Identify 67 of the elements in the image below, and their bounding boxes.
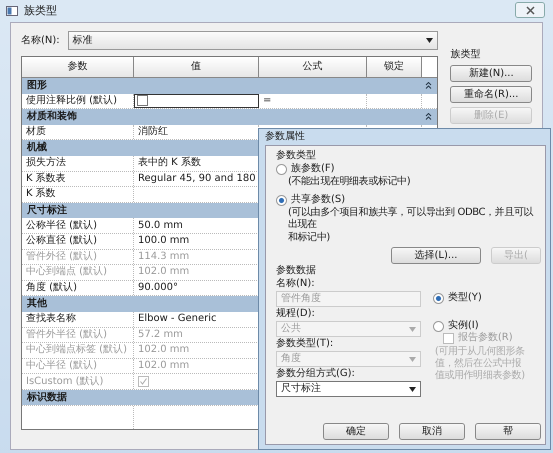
dialog-button[interactable]: 确定: [323, 423, 389, 440]
name-dropdown[interactable]: 标准: [68, 31, 438, 50]
collapse-icon[interactable]: [425, 82, 432, 90]
caret-icon: [408, 386, 416, 392]
group-label: 机械: [27, 142, 47, 154]
group-label: 其他: [27, 298, 47, 310]
parameter-name: 查找表名称: [22, 312, 134, 326]
parameter-name: 公称半径 (默认): [22, 218, 134, 233]
parameter-name: 中心到端点 (默认): [22, 265, 134, 280]
radio-label: 实例(I): [448, 320, 479, 332]
column-header[interactable]: 锁定: [367, 57, 422, 77]
column-header[interactable]: 公式: [259, 57, 367, 77]
family-type-button[interactable]: 重命名(R)...: [450, 86, 532, 103]
parameter-name: 管件外径 (默认): [22, 250, 134, 264]
close-button[interactable]: [515, 2, 545, 18]
parameter-name: 使用注释比例 (默认): [22, 94, 134, 108]
dialog-button[interactable]: 帮: [475, 423, 541, 440]
radio-button[interactable]: [276, 194, 287, 206]
option-note: (可用于从几何图形条: [434, 346, 526, 358]
dialog-button[interactable]: 选择(L)...: [391, 247, 481, 264]
caret-icon: [408, 326, 416, 332]
dropdown-field[interactable]: 尺寸标注: [276, 381, 421, 397]
caret-icon: [426, 38, 434, 43]
parameter-name: 材质: [22, 124, 134, 140]
option-note: 值或用作明细表参数): [434, 370, 526, 382]
field-label: 参数分组方式(G):: [276, 368, 356, 380]
parameter-name: 中心半径 (默认): [22, 358, 134, 374]
close-icon: [526, 6, 534, 14]
checkbox-label: 报告参数(R): [458, 332, 513, 344]
column-header[interactable]: 参数: [22, 57, 134, 77]
radio-label: 类型(Y): [448, 292, 482, 304]
radio-button[interactable]: [432, 292, 444, 304]
parameter-name: K 系数: [22, 187, 134, 202]
group-header[interactable]: 材质和装饰: [22, 109, 438, 125]
parameter-name: IsCustom (默认): [22, 374, 134, 389]
family-type-button[interactable]: 新建(N)...: [450, 65, 532, 82]
column-header[interactable]: 值: [134, 57, 259, 77]
group-label: 图形: [27, 80, 47, 92]
parameter-name: 中心到端点标签 (默认): [22, 343, 134, 358]
dialog-button[interactable]: 取消: [399, 423, 465, 440]
option-note: 值，然后在公式中报: [434, 358, 522, 370]
field-label: 参数类型(T):: [276, 338, 334, 350]
section-title: 参数数据: [276, 265, 317, 277]
radio-button[interactable]: [432, 320, 444, 332]
name-label: 名称(N):: [21, 34, 60, 46]
option-note: 和标记中): [287, 232, 331, 244]
window-icon: [6, 5, 18, 17]
parameter-name: 损失方法: [22, 156, 134, 171]
parameter-name: 公称直径 (默认): [22, 234, 134, 249]
group-label: 尺寸标注: [27, 204, 67, 217]
radio-label: 族参数(F): [291, 163, 335, 175]
group-label: 标识数据: [27, 392, 67, 404]
checkbox[interactable]: [137, 95, 148, 106]
group-header[interactable]: 图形: [22, 78, 438, 94]
formula-cell: =: [259, 94, 367, 108]
radio-button[interactable]: [276, 164, 287, 174]
parameter-name: K 系数表: [22, 172, 134, 186]
caret-icon: [408, 356, 416, 362]
check-icon: [140, 378, 147, 386]
option-note: (不能出现在明细表或标记中): [287, 176, 412, 188]
window-title: 族类型: [24, 5, 57, 17]
field-label: 名称(N):: [276, 278, 316, 290]
group-label: 材质和装饰: [27, 110, 77, 123]
parameter-name: 角度 (默认): [22, 280, 134, 296]
group-title: 族类型: [450, 49, 482, 61]
parameter-name: 管件外半径 (默认): [22, 328, 134, 342]
collapse-icon[interactable]: [425, 113, 432, 120]
